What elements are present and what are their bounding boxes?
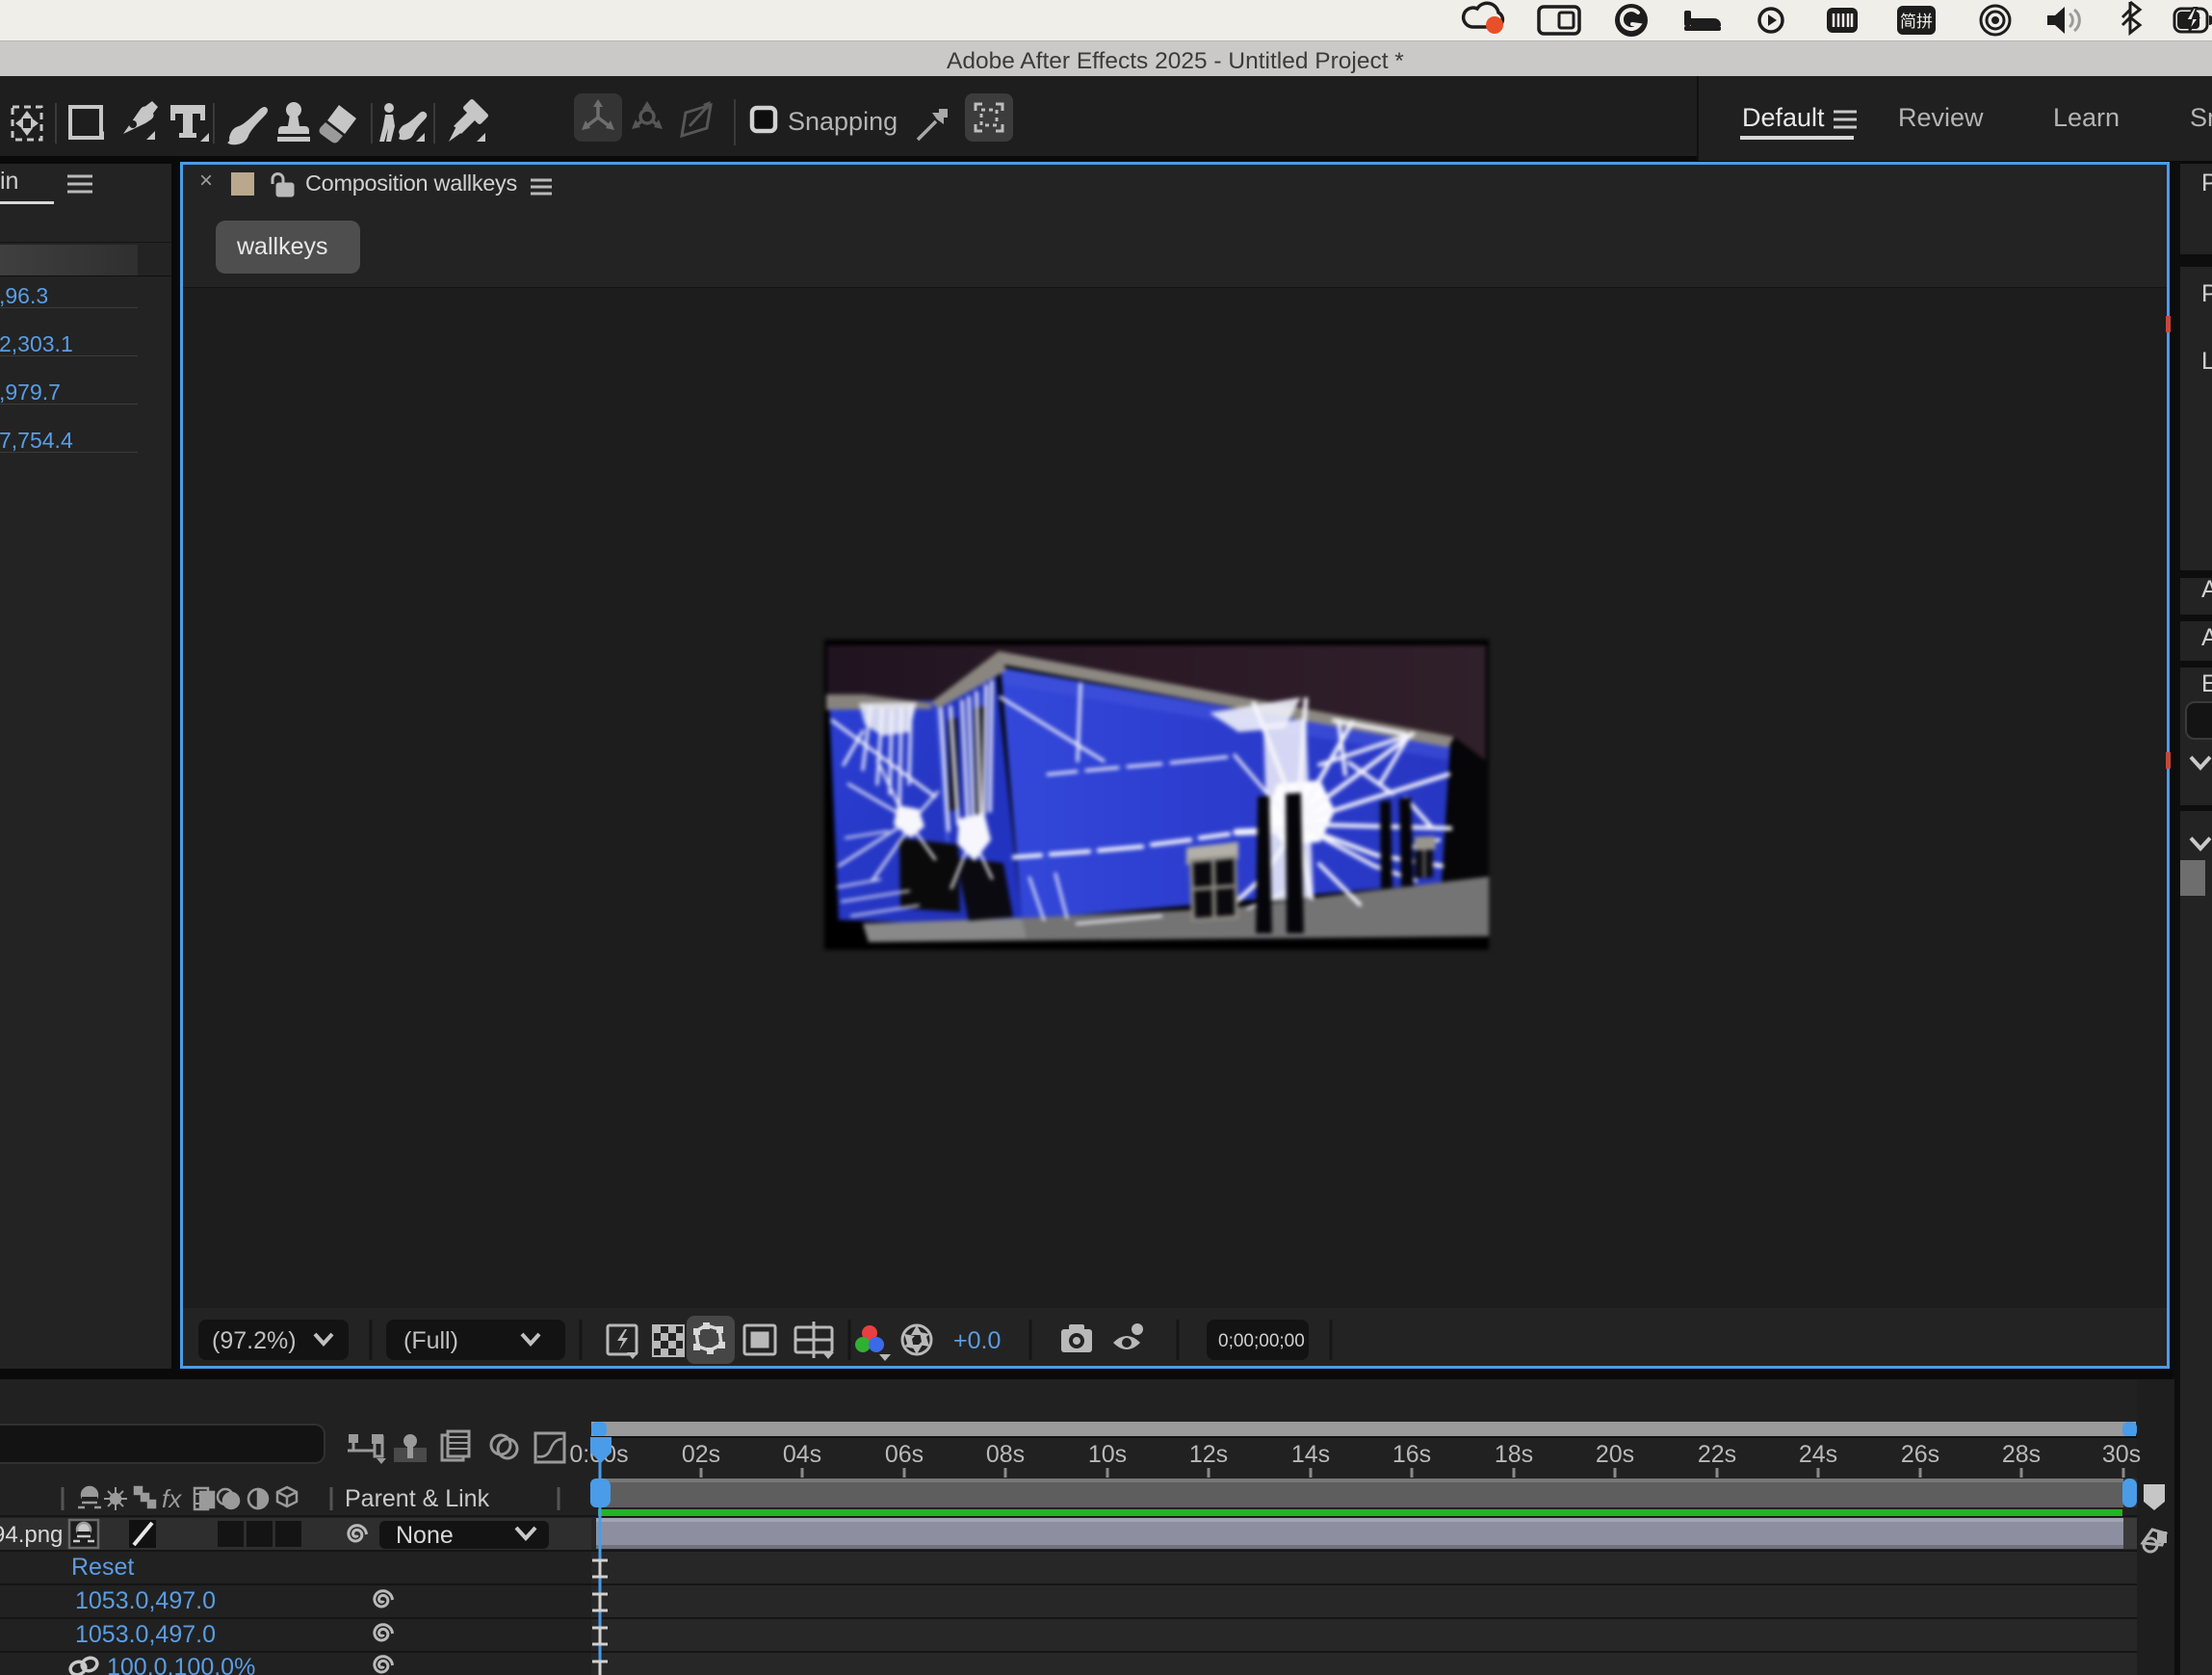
svg-text:20s: 20s — [1596, 1441, 1634, 1468]
svg-text:24s: 24s — [1799, 1441, 1837, 1468]
svg-text:简拼: 简拼 — [1900, 13, 1933, 31]
svg-text:1053.0,497.0: 1053.0,497.0 — [75, 1621, 216, 1648]
svg-text:18s: 18s — [1495, 1441, 1533, 1468]
svg-text:12s: 12s — [1189, 1441, 1228, 1468]
svg-text:30s: 30s — [2102, 1441, 2141, 1468]
svg-text:28s: 28s — [2002, 1441, 2041, 1468]
svg-text:Parent & Link: Parent & Link — [345, 1485, 490, 1512]
svg-text:(Full): (Full) — [403, 1327, 458, 1354]
svg-text:02s: 02s — [682, 1441, 720, 1468]
svg-text:None: None — [396, 1522, 454, 1549]
svg-text:0;00;00;00: 0;00;00;00 — [1218, 1331, 1305, 1351]
svg-text:22s: 22s — [1698, 1441, 1736, 1468]
svg-text:94.png: 94.png — [0, 1522, 63, 1548]
svg-text:fx: fx — [162, 1484, 182, 1513]
svg-text:08s: 08s — [986, 1441, 1025, 1468]
svg-text:14s: 14s — [1291, 1441, 1330, 1468]
svg-text:26s: 26s — [1901, 1441, 1939, 1468]
svg-text:100.0,100.0%: 100.0,100.0% — [107, 1654, 255, 1675]
svg-text:+0.0: +0.0 — [953, 1327, 1001, 1354]
svg-text:10s: 10s — [1088, 1441, 1127, 1468]
svg-text:04s: 04s — [783, 1441, 821, 1468]
svg-text:16s: 16s — [1392, 1441, 1431, 1468]
svg-text:(97.2%): (97.2%) — [212, 1327, 297, 1354]
svg-text:1053.0,497.0: 1053.0,497.0 — [75, 1587, 216, 1614]
svg-text:Snapping: Snapping — [788, 107, 898, 136]
svg-text:06s: 06s — [885, 1441, 924, 1468]
svg-text:Reset: Reset — [71, 1554, 134, 1581]
